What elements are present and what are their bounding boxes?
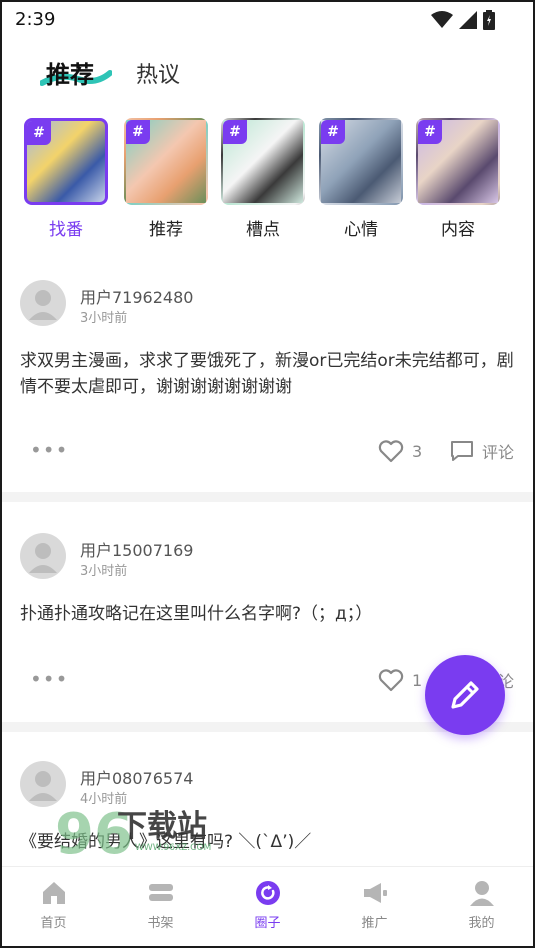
like-count: 3 — [412, 441, 423, 461]
topic-label: 心情 — [344, 220, 378, 240]
more-options-button[interactable]: ••• — [30, 667, 68, 691]
like-count: 1 — [412, 670, 423, 690]
profile-icon — [469, 881, 494, 906]
topic-recommend[interactable]: # 推荐 — [124, 118, 208, 240]
nav-circle[interactable]: 圈子 — [214, 867, 321, 948]
topic-complaints[interactable]: # 槽点 — [221, 118, 305, 240]
heart-icon — [378, 669, 404, 692]
post-text[interactable]: 扑通扑通攻略记在这里叫什么名字啊?（；д；） — [20, 601, 520, 627]
post-username[interactable]: 用户71962480 — [80, 284, 193, 308]
post-divider — [0, 492, 535, 502]
comment-button[interactable]: 评论 — [450, 439, 514, 463]
wifi-icon — [431, 11, 453, 28]
battery-icon — [483, 10, 495, 30]
more-options-button[interactable]: ••• — [30, 438, 68, 462]
bookshelf-icon — [148, 884, 173, 901]
comment-icon — [451, 441, 473, 461]
heart-icon — [378, 440, 404, 463]
like-button[interactable]: 1 — [378, 668, 422, 692]
tab-hot[interactable]: 热议 — [136, 57, 180, 89]
topic-label: 找番 — [49, 220, 83, 240]
nav-profile[interactable]: 我的 — [428, 867, 535, 948]
top-tabs: 推荐 热议 — [0, 50, 535, 94]
status-time: 2:39 — [15, 9, 56, 30]
pencil-icon — [451, 681, 479, 709]
bottom-navigation: 首页 书架 圈子 推广 我的 — [0, 866, 535, 948]
comment-label: 评论 — [482, 443, 515, 462]
topic-thumbnail: # — [319, 118, 403, 205]
post-username[interactable]: 用户15007169 — [80, 537, 193, 561]
topic-label: 推荐 — [149, 220, 183, 240]
post-card[interactable]: 用户08076574 4小时前 《要结婚的男人》这里有吗? ＼(`Δ’)／ — [0, 751, 535, 866]
topic-label: 槽点 — [246, 220, 280, 240]
home-icon — [42, 882, 65, 904]
topic-thumbnail: # — [416, 118, 500, 205]
post-card[interactable]: 用户71962480 3小时前 求双男主漫画，求求了要饿死了，新漫or已完结or… — [0, 270, 535, 492]
topic-content[interactable]: # 内容 — [416, 118, 500, 240]
avatar[interactable] — [20, 533, 66, 579]
topic-label: 内容 — [441, 220, 475, 240]
nav-home[interactable]: 首页 — [0, 867, 107, 948]
topic-row: # 找番 # 推荐 # 槽点 # 心情 # 内容 — [0, 118, 535, 243]
post-time: 4小时前 — [80, 792, 128, 807]
post-time: 3小时前 — [80, 564, 128, 579]
tab-recommend[interactable]: 推荐 — [46, 55, 94, 90]
post-time: 3小时前 — [80, 311, 128, 326]
status-bar: 2:39 — [0, 0, 535, 40]
nav-bookshelf[interactable]: 书架 — [107, 867, 214, 948]
compose-post-button[interactable] — [425, 655, 505, 735]
post-text[interactable]: 《要结婚的男人》这里有吗? ＼(`Δ’)／ — [20, 829, 520, 855]
circle-icon — [255, 881, 280, 905]
avatar[interactable] — [20, 761, 66, 807]
post-text[interactable]: 求双男主漫画，求求了要饿死了，新漫or已完结or未完结都可，剧情不要太虐即可，谢… — [20, 348, 520, 400]
topic-thumbnail: # — [124, 118, 208, 205]
signal-icon — [459, 11, 477, 29]
topic-thumbnail: # — [221, 118, 305, 205]
avatar[interactable] — [20, 280, 66, 326]
status-icons — [431, 10, 495, 30]
like-button[interactable]: 3 — [378, 439, 422, 463]
topic-mood[interactable]: # 心情 — [319, 118, 403, 240]
megaphone-icon — [363, 883, 387, 903]
post-username[interactable]: 用户08076574 — [80, 765, 193, 789]
topic-find-anime[interactable]: # 找番 — [24, 118, 108, 240]
nav-promote[interactable]: 推广 — [321, 867, 428, 948]
topic-thumbnail: # — [24, 118, 108, 205]
